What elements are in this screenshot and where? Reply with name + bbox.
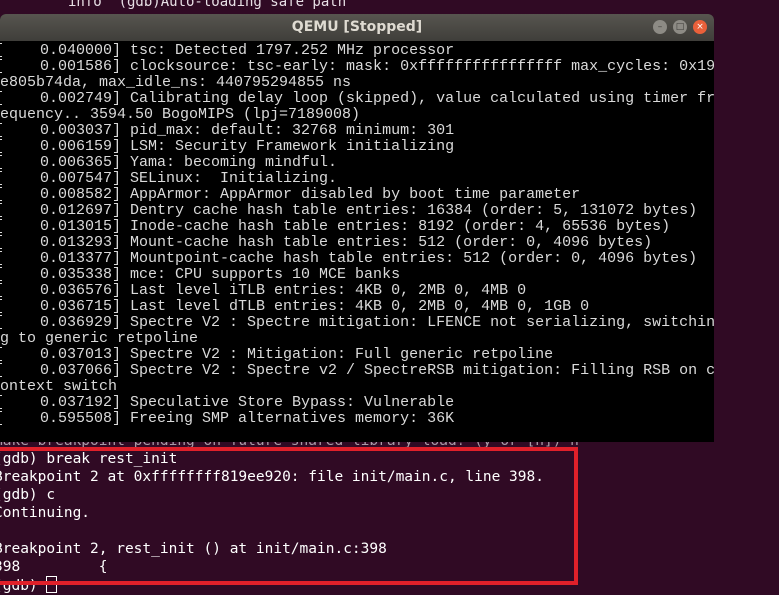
console-line: [ 0.037013] Spectre V2 : Mitigation: Ful…: [0, 346, 554, 363]
console-line: [ 0.012697] Dentry cache hash table entr…: [0, 202, 698, 219]
console-line: [ 0.037066] Spectre V2 : Spectre v2 / Sp…: [0, 362, 714, 379]
console-line: [ 0.008582] AppArmor: AppArmor disabled …: [0, 186, 581, 203]
console-line: [ 0.037192] Speculative Store Bypass: Vu…: [0, 394, 455, 411]
window-title: QEMU [Stopped]: [291, 19, 423, 35]
console-line: [ 0.595508] Freeing SMP alternatives mem…: [0, 410, 455, 427]
console-line: [ 0.040000] tsc: Detected 1797.252 MHz p…: [0, 43, 455, 59]
maximize-button[interactable]: □: [673, 20, 687, 34]
console-line: g to generic retpoline: [0, 330, 199, 347]
console-line: [ 0.002749] Calibrating delay loop (skip…: [0, 90, 714, 107]
minimize-button[interactable]: –: [653, 20, 667, 34]
terminal-top-line: info "(gdb)Auto-loading safe path": [68, 0, 355, 10]
qemu-console[interactable]: [ 0.040000] tsc: Detected 1797.252 MHz p…: [0, 43, 714, 442]
console-line: [ 0.006365] Yama: becoming mindful.: [0, 154, 338, 171]
console-line: [ 0.003037] pid_max: default: 32768 mini…: [0, 122, 455, 139]
close-button[interactable]: ×: [693, 20, 707, 34]
console-line: [ 0.035338] mce: CPU supports 10 MCE ban…: [0, 266, 401, 283]
console-line: ontext switch: [0, 378, 118, 395]
console-line: [ 0.013293] Mount-cache hash table entri…: [0, 234, 653, 251]
console-line: [ 0.036576] Last level iTLB entries: 4KB…: [0, 282, 527, 299]
console-line: e805b74da, max_idle_ns: 440795294855 ns: [0, 74, 352, 91]
title-bar[interactable]: QEMU [Stopped] – □ ×: [0, 14, 714, 41]
console-line: [ 0.001586] clocksource: tsc-early: mask…: [0, 58, 714, 75]
highlight-box: [0, 447, 578, 585]
qemu-window: QEMU [Stopped] – □ × [ 0.040000] tsc: De…: [0, 14, 714, 442]
console-line: [ 0.007547] SELinux: Initializing.: [0, 170, 338, 187]
console-line: [ 0.013377] Mountpoint-cache hash table …: [0, 250, 698, 267]
console-line: equency.. 3594.50 BogoMIPS (lpj=7189008): [0, 106, 361, 123]
console-line: [ 0.006159] LSM: Security Framework init…: [0, 138, 455, 155]
console-line: [ 0.036715] Last level dTLB entries: 4KB…: [0, 298, 590, 315]
console-line: [ 0.036929] Spectre V2 : Spectre mitigat…: [0, 314, 714, 331]
console-line: [ 0.013015] Inode-cache hash table entri…: [0, 218, 671, 235]
